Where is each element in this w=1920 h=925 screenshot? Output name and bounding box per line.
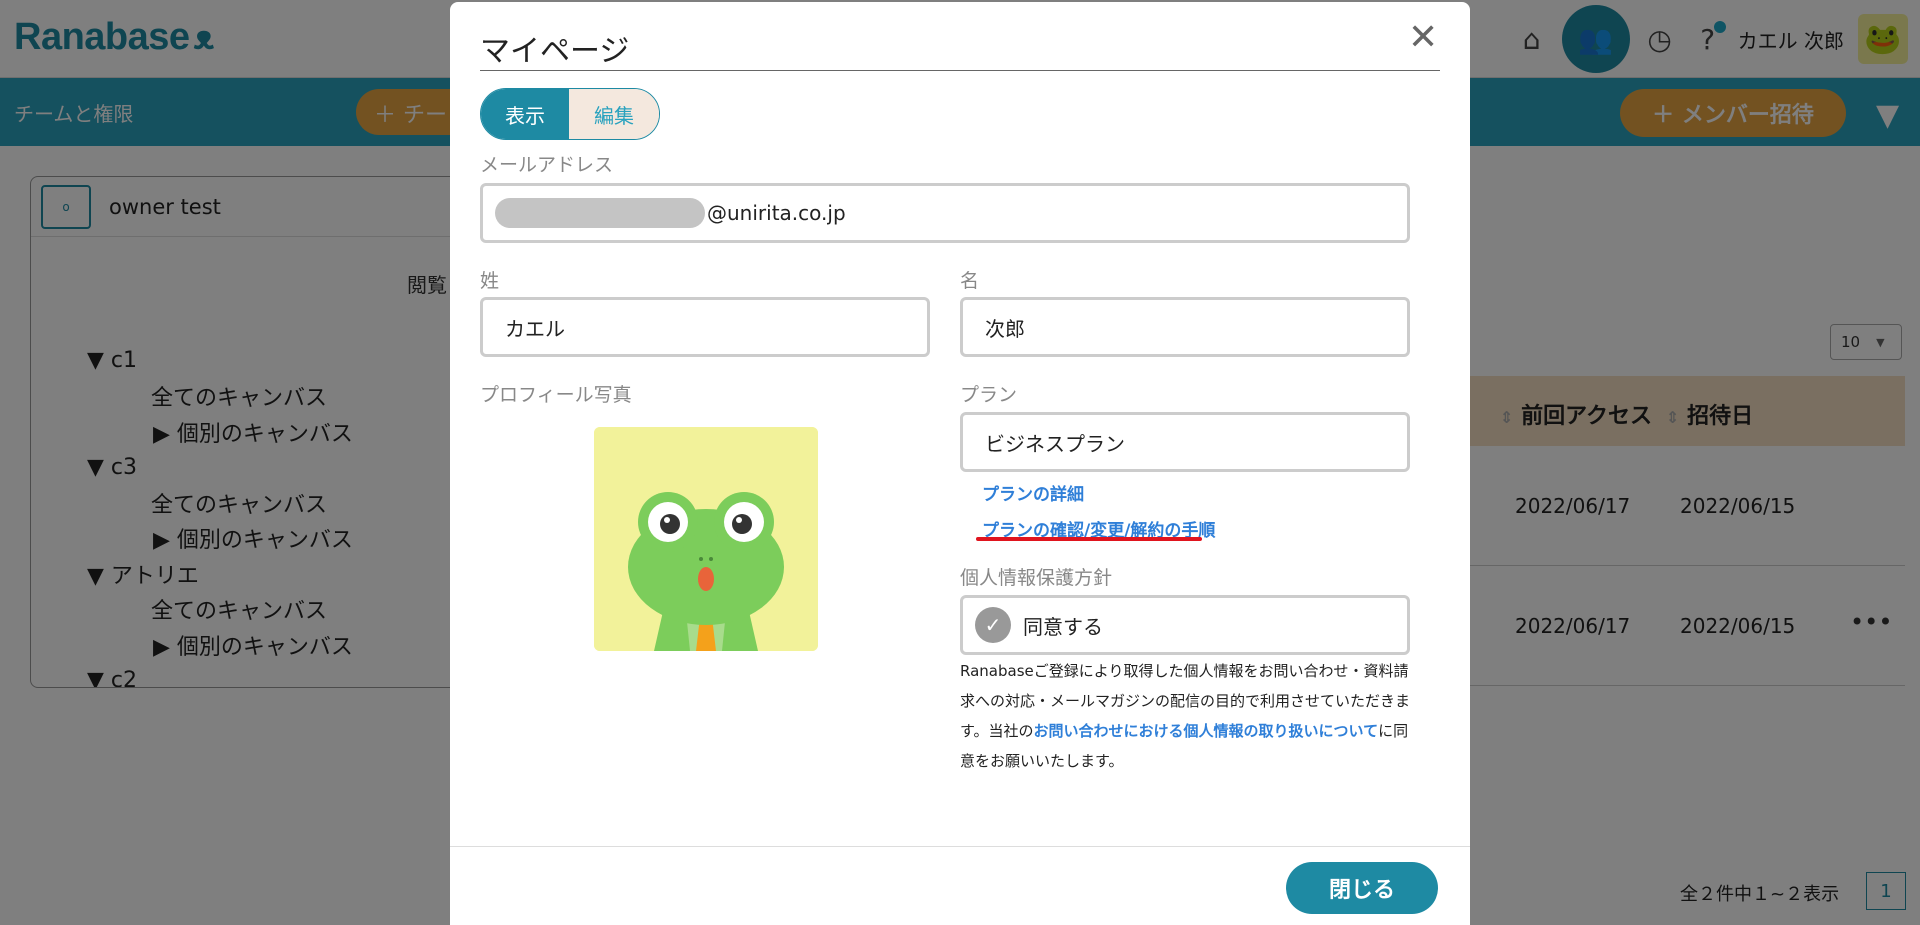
redacted-mask (495, 198, 705, 228)
close-icon[interactable]: ✕ (1408, 20, 1438, 56)
mypage-modal: マイページ ✕ 表示 編集 メールアドレス @unirita.co.jp 姓 カ… (450, 2, 1470, 925)
privacy-policy-text: Ranabaseご登録により取得した個人情報をお問い合わせ・資料請求への対応・メ… (960, 656, 1416, 776)
email-field[interactable]: @unirita.co.jp (480, 183, 1410, 243)
last-name-field[interactable]: カエル (480, 297, 930, 357)
agree-checkbox-field[interactable]: ✓ 同意する (960, 595, 1410, 655)
first-name-field[interactable]: 次郎 (960, 297, 1410, 357)
modal-title: マイページ (480, 34, 630, 69)
privacy-label: 個人情報保護方針 (960, 567, 1113, 589)
plan-field[interactable]: ビジネスプラン (960, 412, 1410, 472)
view-mode-button[interactable]: 表示 (481, 89, 569, 139)
plan-label: プラン (960, 384, 1018, 406)
privacy-policy-link[interactable]: お問い合わせにおける個人情報の取り扱いについて (1034, 722, 1379, 740)
check-icon[interactable]: ✓ (975, 607, 1011, 643)
first-name-label: 名 (960, 270, 980, 292)
highlight-underline (976, 537, 1202, 541)
mode-toggle: 表示 編集 (480, 88, 660, 140)
frog-avatar-image (594, 427, 818, 651)
email-domain: @unirita.co.jp (707, 201, 846, 225)
last-name-label: 姓 (480, 270, 500, 292)
title-divider (480, 70, 1440, 71)
plan-detail-link[interactable]: プランの詳細 (982, 480, 1084, 505)
close-button[interactable]: 閉じる (1286, 862, 1438, 914)
edit-mode-button[interactable]: 編集 (569, 89, 659, 139)
email-label: メールアドレス (480, 154, 614, 176)
photo-label: プロフィール写真 (480, 384, 632, 406)
agree-label: 同意する (1023, 614, 1103, 639)
profile-photo[interactable] (594, 427, 818, 651)
footer-divider (450, 846, 1470, 847)
